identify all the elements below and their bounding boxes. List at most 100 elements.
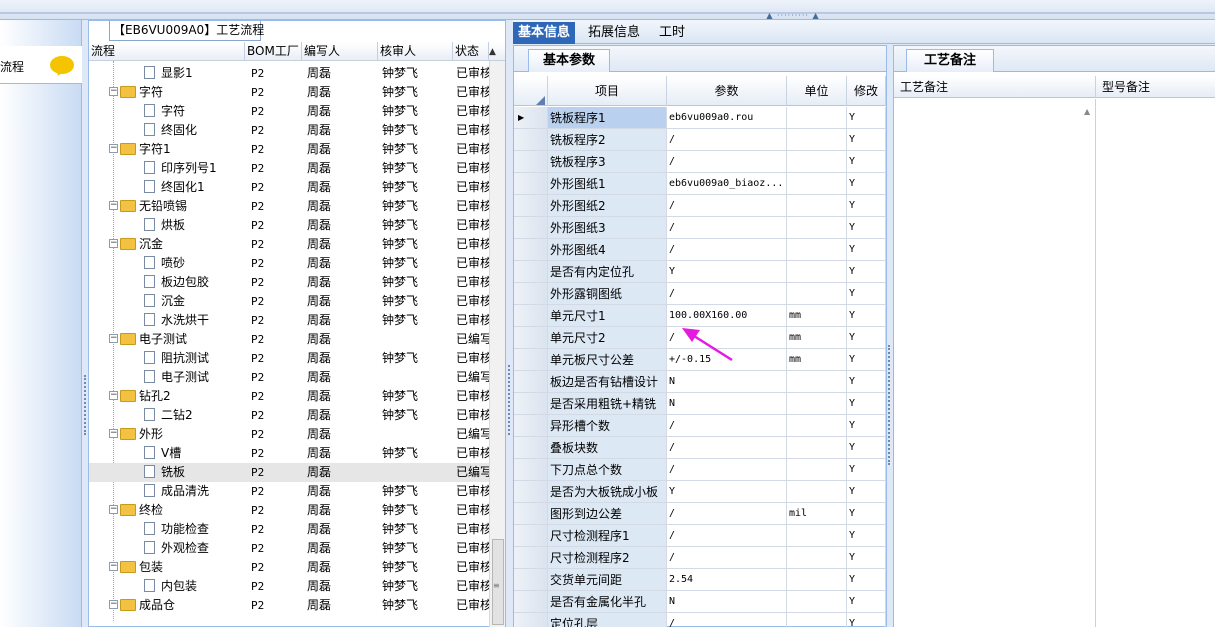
- param-value-cell[interactable]: /: [667, 195, 787, 217]
- tree-row[interactable]: 铣板 P2 周磊 已编写: [89, 463, 489, 482]
- column-header-writer[interactable]: 编写人: [302, 42, 378, 61]
- param-value-cell[interactable]: /: [667, 151, 787, 173]
- param-unit-cell[interactable]: mil: [787, 503, 847, 525]
- row-selector[interactable]: [514, 569, 548, 591]
- param-modify-cell[interactable]: Y: [847, 305, 886, 327]
- tab-work-hours[interactable]: 工时: [654, 22, 690, 44]
- param-unit-cell[interactable]: [787, 437, 847, 459]
- row-selector[interactable]: [514, 173, 548, 195]
- param-value-cell[interactable]: /: [667, 327, 787, 349]
- param-row[interactable]: 外形露铜图纸 / Y: [514, 283, 886, 305]
- collapse-icon[interactable]: −: [109, 334, 118, 343]
- param-modify-cell[interactable]: Y: [847, 591, 886, 613]
- param-unit-cell[interactable]: mm: [787, 305, 847, 327]
- process-notes-textarea[interactable]: ▲: [894, 99, 1096, 627]
- tab-process-notes[interactable]: 工艺备注: [906, 49, 994, 72]
- param-modify-cell[interactable]: Y: [847, 459, 886, 481]
- param-value-cell[interactable]: eb6vu009a0.rou: [667, 107, 787, 129]
- tree-row[interactable]: 外观检查 P2 周磊 钟梦飞 已审核: [89, 539, 489, 558]
- param-row[interactable]: 是否有金属化半孔 N Y: [514, 591, 886, 613]
- param-unit-cell[interactable]: [787, 107, 847, 129]
- param-row[interactable]: 单元尺寸1 100.00X160.00 mm Y: [514, 305, 886, 327]
- row-selector[interactable]: [514, 327, 548, 349]
- row-selector[interactable]: [514, 459, 548, 481]
- tree-row[interactable]: 印序列号1 P2 周磊 钟梦飞 已审核: [89, 159, 489, 178]
- param-unit-cell[interactable]: [787, 459, 847, 481]
- tree-scrollbar[interactable]: ≡: [489, 61, 505, 627]
- param-row[interactable]: 外形图纸1 eb6vu009a0_biaoz... Y: [514, 173, 886, 195]
- column-header-bom-factory[interactable]: BOM工厂: [245, 42, 302, 61]
- tree-row[interactable]: 水洗烘干 P2 周磊 钟梦飞 已审核: [89, 311, 489, 330]
- tree-folder-row[interactable]: − 字符 P2 周磊 钟梦飞 已审核: [89, 83, 489, 102]
- param-modify-cell[interactable]: Y: [847, 503, 886, 525]
- tree-row[interactable]: 终固化1 P2 周磊 钟梦飞 已审核: [89, 178, 489, 197]
- param-modify-cell[interactable]: Y: [847, 415, 886, 437]
- param-row[interactable]: ▶ 铣板程序1 eb6vu009a0.rou Y: [514, 107, 886, 129]
- collapse-icon[interactable]: −: [109, 239, 118, 248]
- param-value-cell[interactable]: /: [667, 217, 787, 239]
- param-unit-cell[interactable]: [787, 217, 847, 239]
- row-selector[interactable]: [514, 481, 548, 503]
- column-header-item[interactable]: 项目: [548, 76, 667, 106]
- tree-folder-row[interactable]: − 外形 P2 周磊 已编写: [89, 425, 489, 444]
- tree-row[interactable]: 终固化 P2 周磊 钟梦飞 已审核: [89, 121, 489, 140]
- param-value-cell[interactable]: N: [667, 591, 787, 613]
- tree-row[interactable]: 阻抗测试 P2 周磊 钟梦飞 已审核: [89, 349, 489, 368]
- column-header-reviewer[interactable]: 核审人: [378, 42, 453, 61]
- param-value-cell[interactable]: /: [667, 503, 787, 525]
- row-selector[interactable]: [514, 305, 548, 327]
- row-selector[interactable]: [514, 503, 548, 525]
- tree-row[interactable]: 板边包胶 P2 周磊 钟梦飞 已审核: [89, 273, 489, 292]
- param-row[interactable]: 下刀点总个数 / Y: [514, 459, 886, 481]
- param-modify-cell[interactable]: Y: [847, 195, 886, 217]
- row-selector[interactable]: [514, 283, 548, 305]
- tab-basic-params[interactable]: 基本参数: [528, 49, 610, 72]
- column-header-process-notes[interactable]: 工艺备注: [894, 76, 1096, 98]
- row-selector[interactable]: ▶: [514, 107, 548, 129]
- param-unit-cell[interactable]: [787, 283, 847, 305]
- param-unit-cell[interactable]: [787, 415, 847, 437]
- row-selector[interactable]: [514, 371, 548, 393]
- param-modify-cell[interactable]: Y: [847, 371, 886, 393]
- column-header-process[interactable]: 流程: [89, 42, 245, 61]
- param-row[interactable]: 外形图纸4/ Y: [514, 239, 886, 261]
- row-selector[interactable]: [514, 261, 548, 283]
- column-header-model-notes[interactable]: 型号备注: [1096, 76, 1215, 98]
- tree-folder-row[interactable]: − 钻孔2 P2 周磊 钟梦飞 已审核: [89, 387, 489, 406]
- tree-folder-row[interactable]: − 无铅喷锡 P2 周磊 钟梦飞 已审核: [89, 197, 489, 216]
- column-header-value[interactable]: 参数: [667, 76, 787, 106]
- row-selector[interactable]: [514, 195, 548, 217]
- param-unit-cell[interactable]: [787, 547, 847, 569]
- tree-folder-row[interactable]: − 终检 P2 周磊 钟梦飞 已审核: [89, 501, 489, 520]
- scroll-up-icon[interactable]: ▲: [1084, 107, 1090, 116]
- row-selector[interactable]: [514, 437, 548, 459]
- param-modify-cell[interactable]: Y: [847, 107, 886, 129]
- param-value-cell[interactable]: /: [667, 525, 787, 547]
- param-unit-cell[interactable]: [787, 613, 847, 627]
- row-selector[interactable]: [514, 349, 548, 371]
- param-modify-cell[interactable]: Y: [847, 437, 886, 459]
- collapse-icon[interactable]: −: [109, 429, 118, 438]
- tree-row[interactable]: 内包装 P2 周磊 钟梦飞 已审核: [89, 577, 489, 596]
- param-modify-cell[interactable]: Y: [847, 569, 886, 591]
- tree-row[interactable]: 喷砂 P2 周磊 钟梦飞 已审核: [89, 254, 489, 273]
- param-row[interactable]: 铣板程序3/ Y: [514, 151, 886, 173]
- model-notes-textarea[interactable]: [1096, 99, 1215, 627]
- param-modify-cell[interactable]: Y: [847, 283, 886, 305]
- tree-row[interactable]: 烘板 P2 周磊 钟梦飞 已审核: [89, 216, 489, 235]
- row-selector[interactable]: [514, 129, 548, 151]
- collapse-icon[interactable]: −: [109, 505, 118, 514]
- param-value-cell[interactable]: /: [667, 547, 787, 569]
- param-value-cell[interactable]: eb6vu009a0_biaoz...: [667, 173, 787, 195]
- param-unit-cell[interactable]: [787, 569, 847, 591]
- row-selector[interactable]: [514, 217, 548, 239]
- tree-row[interactable]: 功能检查 P2 周磊 钟梦飞 已审核: [89, 520, 489, 539]
- param-row[interactable]: 异形槽个数 / Y: [514, 415, 886, 437]
- tree-row[interactable]: 显影1 P2 周磊 钟梦飞 已审核: [89, 64, 489, 83]
- param-modify-cell[interactable]: Y: [847, 327, 886, 349]
- param-modify-cell[interactable]: Y: [847, 217, 886, 239]
- row-selector[interactable]: [514, 393, 548, 415]
- param-row[interactable]: 定位孔层 / Y: [514, 613, 886, 627]
- tree-folder-row[interactable]: − 成品仓 P2 周磊 钟梦飞 已审核: [89, 596, 489, 615]
- param-modify-cell[interactable]: Y: [847, 393, 886, 415]
